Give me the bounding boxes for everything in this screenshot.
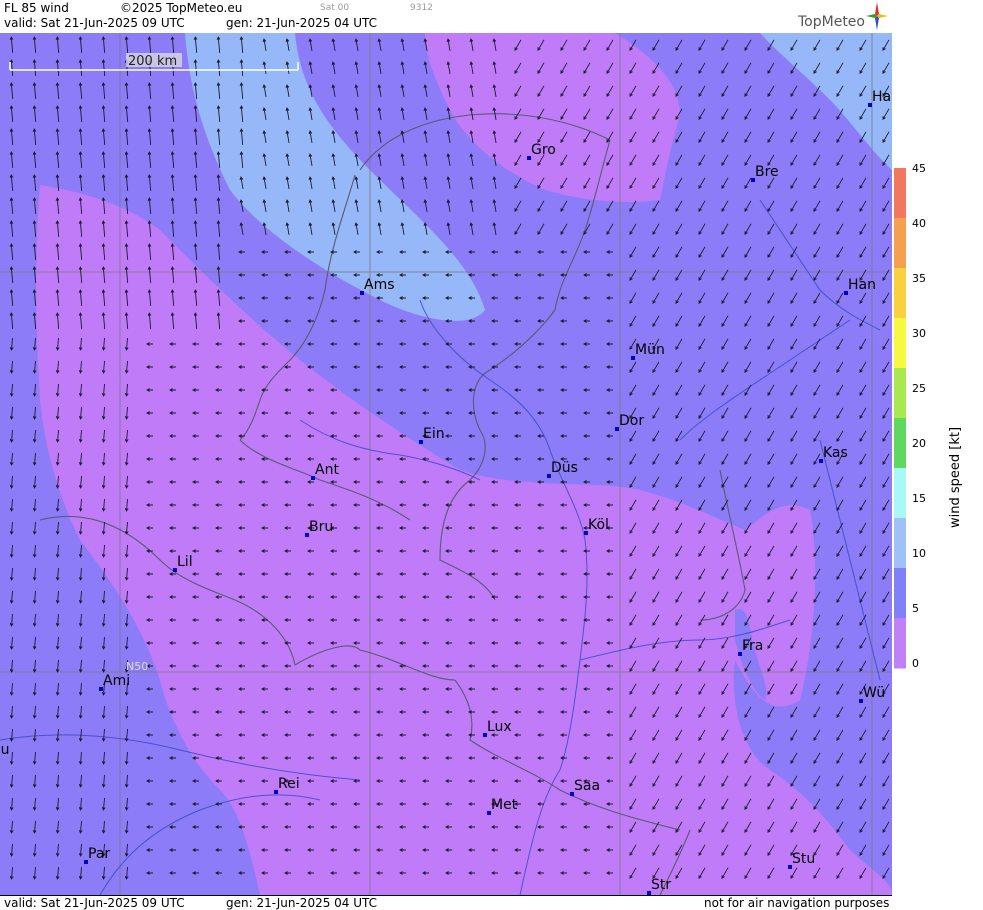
- city-label: Lil: [177, 554, 193, 570]
- compass-logo-icon: [866, 2, 888, 30]
- city-label: Ant: [315, 462, 339, 478]
- legend-swatch: [894, 568, 906, 619]
- city-kas: Kas: [819, 445, 848, 463]
- city-label: Par: [88, 846, 110, 862]
- city-str: Str: [647, 877, 671, 895]
- city-label: Ha: [872, 89, 891, 105]
- city-label: Ami: [103, 673, 130, 689]
- legend-tick-label: 40: [912, 217, 926, 230]
- legend-swatch: [894, 168, 906, 219]
- city-dor: Dor: [615, 413, 644, 431]
- copyright: ©2025 TopMeteo.eu: [120, 1, 243, 15]
- city-label: Dor: [619, 413, 644, 429]
- city-label: Rei: [278, 776, 300, 792]
- city-lux: Lux: [483, 719, 512, 737]
- city-label: Han: [848, 277, 876, 293]
- legend-tick-label: 10: [912, 547, 926, 560]
- legend-tick-label: 0: [912, 657, 919, 670]
- city-label: Ein: [423, 426, 445, 442]
- city-met: Met: [487, 797, 518, 815]
- legend-colorbar: [894, 168, 906, 669]
- city-label: Str: [651, 877, 671, 893]
- city-stu: Stu: [788, 851, 815, 869]
- city-label: Saa: [574, 778, 600, 794]
- city-ams: Ams: [360, 277, 395, 295]
- legend-swatch: [894, 418, 906, 469]
- legend-swatch: [894, 218, 906, 269]
- city-köl: Köl: [584, 517, 609, 535]
- city-düs: Düs: [547, 460, 578, 478]
- footer-bar: valid: Sat 21-Jun-2025 09 UTC gen: 21-Ju…: [0, 895, 892, 910]
- city-gro: Gro: [527, 142, 556, 160]
- topmeteo-logo: TopMeteo: [798, 14, 865, 30]
- city-bre: Bre: [751, 164, 779, 182]
- city-label: Bre: [755, 164, 779, 180]
- city-label: Wü: [863, 685, 885, 701]
- city-rei: Rei: [274, 776, 300, 794]
- footer-gen: gen: 21-Jun-2025 04 UTC: [226, 896, 378, 910]
- city-ant: Ant: [311, 462, 339, 480]
- legend-tick-label: 45: [912, 162, 926, 175]
- city-label: Bru: [309, 519, 333, 535]
- city-label: Lux: [487, 719, 512, 735]
- legend-tick-label: 30: [912, 327, 926, 340]
- city-wü: Wü: [859, 685, 885, 703]
- legend-swatch: [894, 368, 906, 419]
- legend-swatch: [894, 618, 906, 669]
- disclaimer: not for air navigation purposes: [704, 896, 890, 910]
- legend-swatch: [894, 318, 906, 369]
- city-label: Fra: [742, 638, 763, 654]
- legend-tick-label: 25: [912, 382, 926, 395]
- gen-time: gen: 21-Jun-2025 04 UTC: [226, 16, 378, 30]
- legend-title: wind speed [kt]: [948, 426, 964, 529]
- city-label: Ams: [364, 277, 395, 293]
- city-ha: Ha: [868, 89, 891, 107]
- city-label: Köl: [588, 517, 609, 533]
- city-saa: Saa: [570, 778, 600, 796]
- city-label: Met: [491, 797, 518, 813]
- legend-tick-label: 5: [912, 602, 919, 615]
- city-label: ou: [0, 742, 9, 758]
- wind-map[interactable]: 200 km N50 Ha Gro Bre Ams Han Mün Ein Dor Ant Düs…: [0, 33, 892, 895]
- city-fra: Fra: [738, 638, 763, 656]
- sat-label: Sat 00: [320, 3, 350, 13]
- city-label: Stu: [792, 851, 815, 867]
- city-ein: Ein: [419, 426, 445, 444]
- city-label: Kas: [823, 445, 848, 461]
- footer-valid: valid: Sat 21-Jun-2025 09 UTC: [4, 896, 185, 910]
- city-bru: Bru: [305, 519, 333, 537]
- city-par: Par: [84, 846, 110, 864]
- legend-swatch: [894, 468, 906, 519]
- legend-tick-label: 20: [912, 437, 926, 450]
- legend-tick-label: 35: [912, 272, 926, 285]
- city-han: Han: [844, 277, 876, 295]
- legend-swatch: [894, 518, 906, 569]
- scale-label: 200 km: [128, 54, 177, 69]
- header-bar: FL 85 wind ©2025 TopMeteo.eu Sat 00 9312…: [0, 0, 892, 34]
- city-mün: Mün: [631, 342, 665, 360]
- city-label: Düs: [551, 460, 578, 476]
- city-ami: Ami: [99, 673, 130, 691]
- valid-time: valid: Sat 21-Jun-2025 09 UTC: [4, 16, 185, 30]
- city-label: Gro: [531, 142, 556, 158]
- code-label: 9312: [410, 3, 433, 13]
- city-ou: ou: [0, 742, 9, 758]
- city-label: Mün: [635, 342, 665, 358]
- legend-swatch: [894, 268, 906, 319]
- legend-tick-label: 15: [912, 492, 926, 505]
- product-title: FL 85 wind: [4, 1, 69, 15]
- lat-label-n50: N50: [126, 660, 148, 673]
